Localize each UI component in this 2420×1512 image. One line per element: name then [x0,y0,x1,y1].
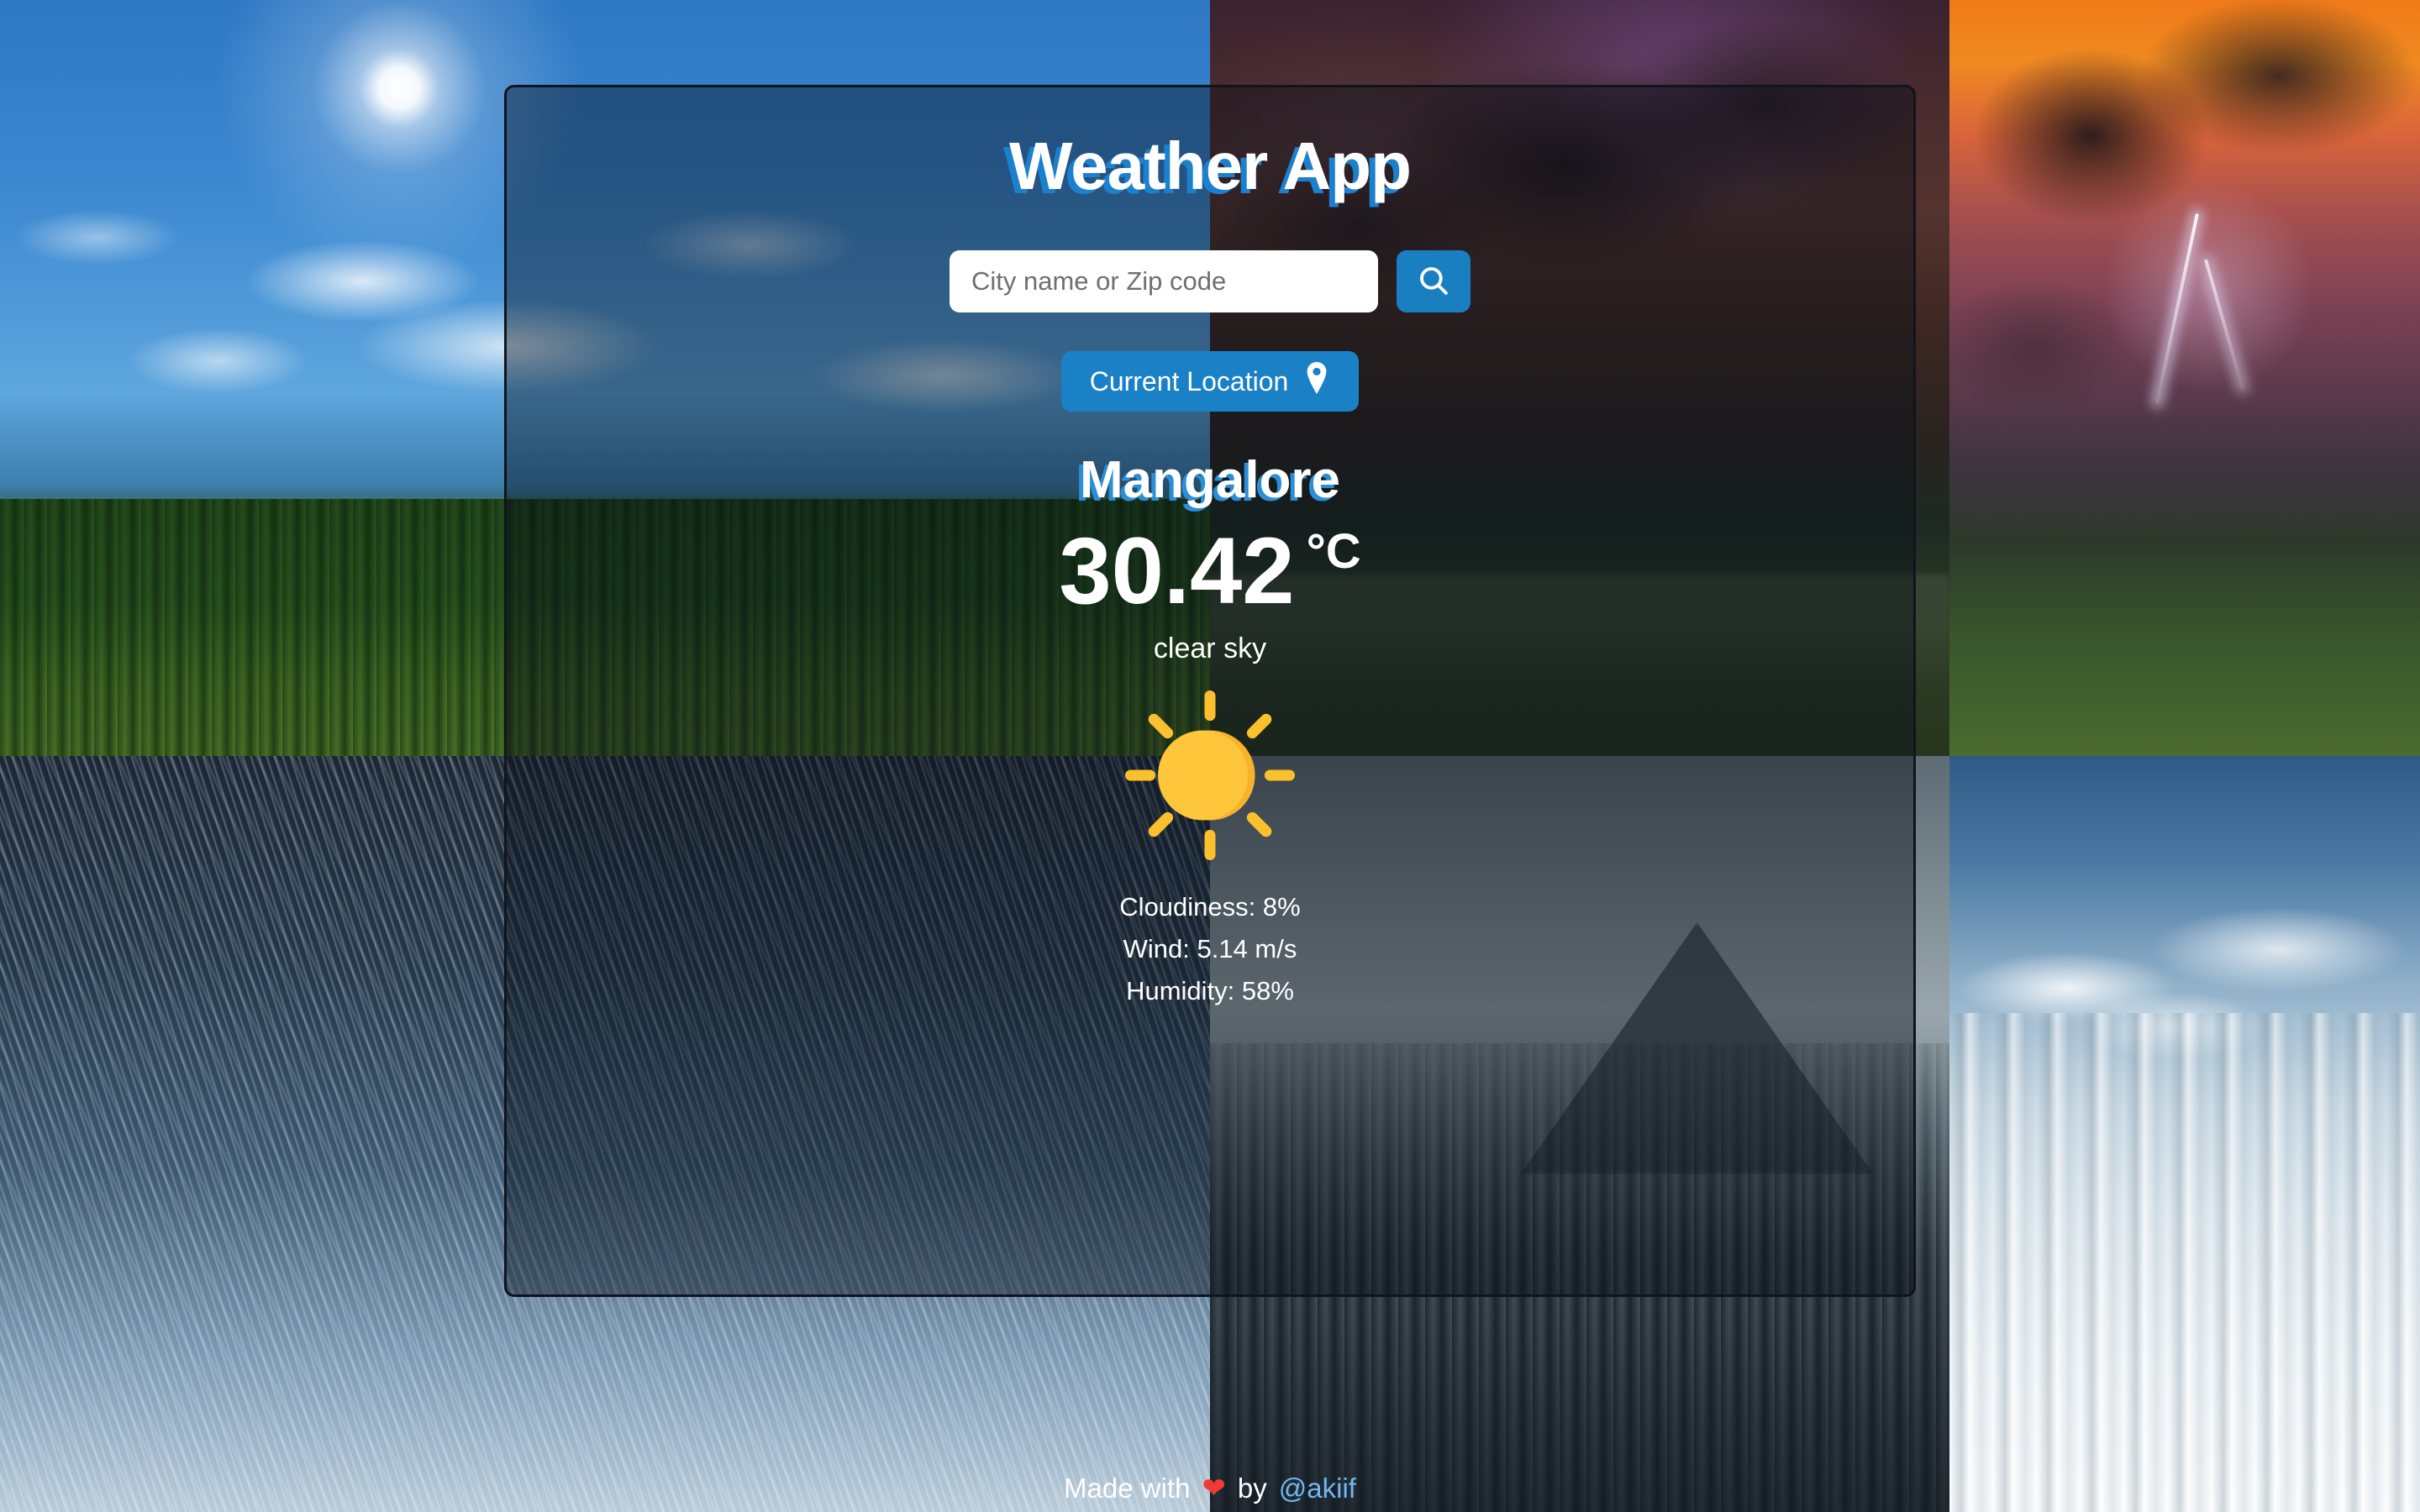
detail-humidity: Humidity: 58% [1126,976,1294,1006]
map-pin-icon [1303,362,1330,401]
footer-by-label: by [1237,1473,1267,1504]
search-button[interactable] [1397,250,1470,312]
weather-description: clear sky [1153,632,1267,664]
lightning-bolt-icon [2154,213,2199,403]
current-location-button[interactable]: Current Location [1060,351,1360,412]
heart-icon: ❤ [1202,1473,1226,1504]
sun-clear-sky-icon [1122,687,1298,868]
city-name: Mangalore [1079,451,1341,509]
search-icon [1416,263,1451,301]
background-tile-snowy-spruce-forest [1949,756,2420,1512]
temperature-display: 30.42 °C [1059,522,1360,621]
detail-wind: Wind: 5.14 m/s [1123,933,1297,963]
lightning-bolt-secondary-icon [2203,259,2244,390]
current-location-label: Current Location [1089,365,1289,396]
footer-made-with-label: Made with [1064,1473,1191,1504]
temperature-unit: °C [1306,524,1361,579]
background-tile-sunset-lightning [1949,0,2420,756]
app-root: Weather App Current Location [0,0,2420,1512]
detail-cloudiness: Cloudiness: 8% [1119,891,1301,921]
weather-details: Cloudiness: 8% Wind: 5.14 m/s Humidity: … [1119,886,1300,1013]
footer-credit: Made with ❤ by @akiif [0,1472,2420,1505]
search-input[interactable] [950,250,1378,312]
author-handle-link[interactable]: @akiif [1279,1473,1356,1504]
weather-card: Weather App Current Location [504,85,1916,1297]
search-row [950,250,1470,312]
temperature-value: 30.42 [1059,518,1295,623]
page-title: Weather App [1009,129,1412,203]
